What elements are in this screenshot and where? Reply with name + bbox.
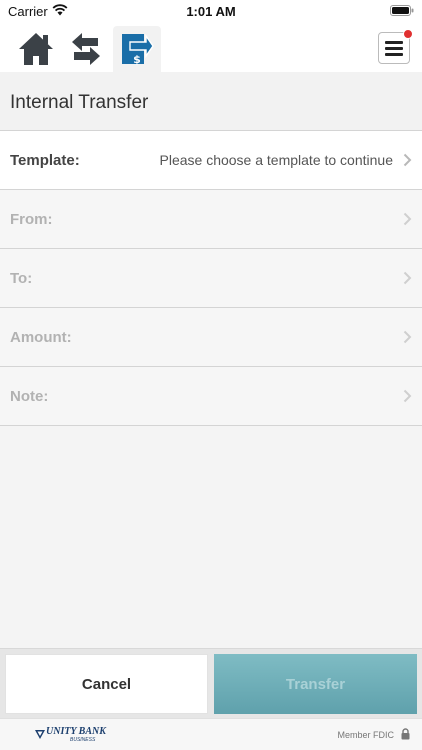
note-row[interactable]: Note: <box>0 367 422 426</box>
internal-transfer-tab[interactable]: $ <box>113 26 161 72</box>
carrier-label: Carrier <box>8 4 48 19</box>
status-bar: Carrier 1:01 AM <box>0 0 422 22</box>
unity-bank-logo: UNITY BANK BUSINESS <box>34 726 106 746</box>
template-row[interactable]: Template: Please choose a template to co… <box>0 131 422 190</box>
cancel-button[interactable]: Cancel <box>5 654 208 714</box>
logo-subtitle: BUSINESS <box>70 737 96 743</box>
transfer-arrows-icon <box>72 33 100 65</box>
to-label: To: <box>10 270 33 287</box>
internal-transfer-icon: $ <box>122 33 154 66</box>
chevron-right-icon <box>403 212 412 226</box>
page-header: Internal Transfer <box>0 72 422 131</box>
template-value: Please choose a template to continue <box>159 152 394 168</box>
top-nav-bar: $ <box>0 22 422 72</box>
hamburger-menu-icon <box>385 40 403 56</box>
action-bar: Cancel Transfer <box>0 648 422 718</box>
chevron-right-icon <box>403 153 412 167</box>
bottom-bar: UNITY BANK BUSINESS Member FDIC <box>0 718 422 750</box>
wifi-icon <box>52 4 68 16</box>
amount-label: Amount: <box>10 329 72 346</box>
bank-logo-icon <box>35 730 45 739</box>
logo-name: UNITY BANK <box>46 726 106 737</box>
from-row[interactable]: From: <box>0 190 422 249</box>
battery-icon <box>390 5 414 16</box>
notification-badge <box>403 29 413 39</box>
chevron-right-icon <box>403 389 412 403</box>
template-label: Template: <box>10 152 80 169</box>
to-row[interactable]: To: <box>0 249 422 308</box>
lock-icon <box>401 728 410 740</box>
amount-row[interactable]: Amount: <box>0 308 422 367</box>
member-fdic-text: Member FDIC <box>337 730 394 740</box>
svg-text:$: $ <box>133 53 141 66</box>
home-icon <box>19 33 53 65</box>
from-label: From: <box>10 211 53 228</box>
note-label: Note: <box>10 388 49 405</box>
chevron-right-icon <box>403 271 412 285</box>
transfer-button[interactable]: Transfer <box>214 654 417 714</box>
home-button[interactable] <box>12 26 60 72</box>
transfers-button[interactable] <box>62 26 110 72</box>
menu-button[interactable] <box>378 29 413 64</box>
chevron-right-icon <box>403 330 412 344</box>
page-title: Internal Transfer <box>10 92 149 113</box>
transfer-form: Template: Please choose a template to co… <box>0 131 422 426</box>
